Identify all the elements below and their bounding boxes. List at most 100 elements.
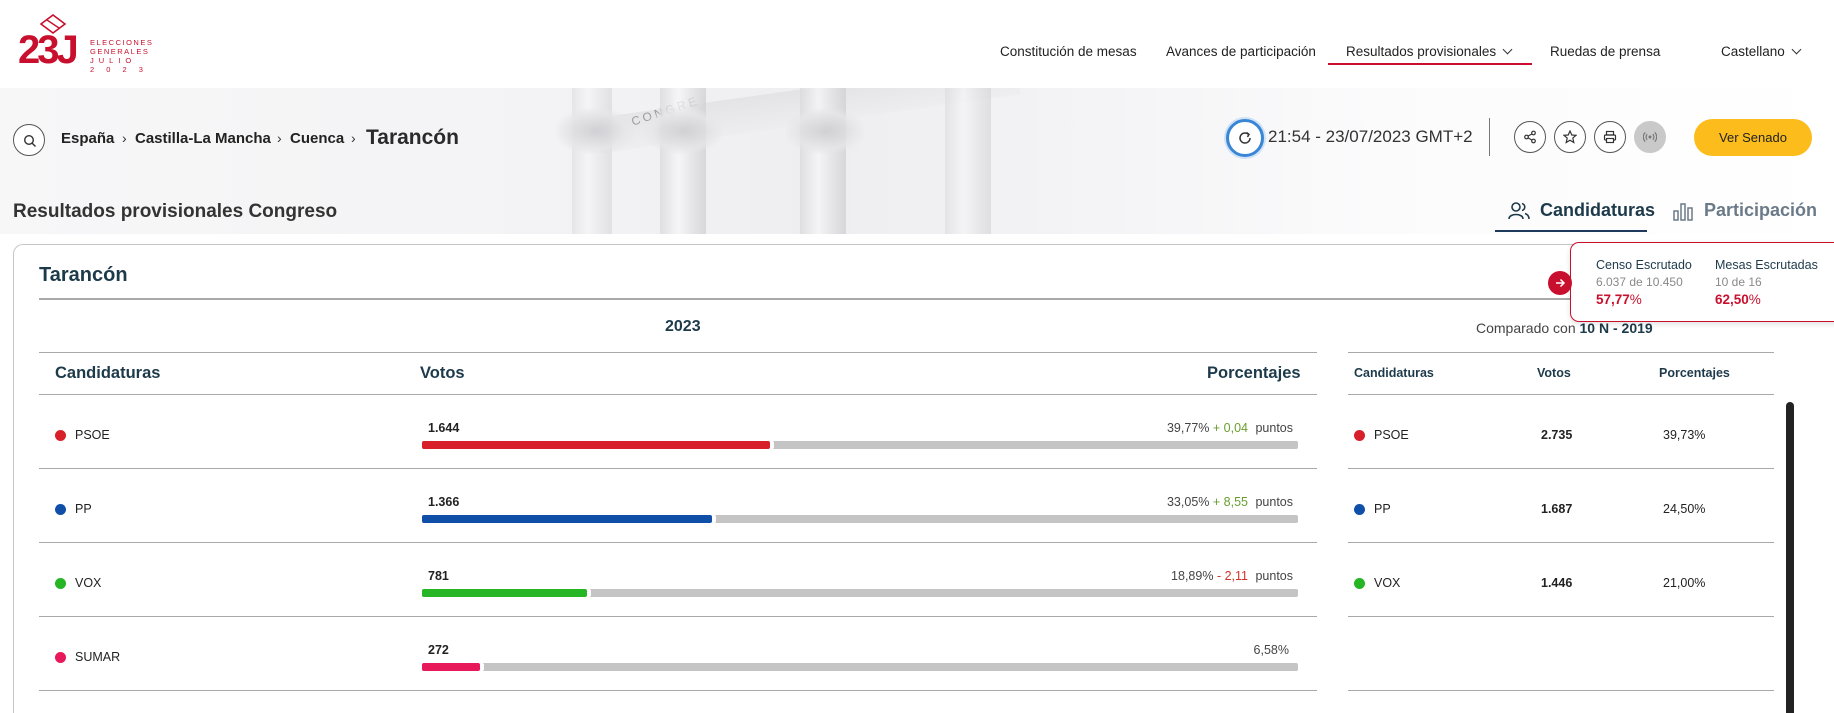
prev-party-name: VOX — [1374, 576, 1401, 590]
party-percentage-line: 39,77% + 0,04 puntos — [1167, 421, 1293, 435]
active-tab-underline — [1495, 230, 1647, 232]
breadcrumb-separator-icon: › — [277, 130, 282, 146]
page-title: Resultados provisionales Congreso — [13, 201, 338, 222]
search-button[interactable] — [13, 124, 45, 156]
arrow-right-icon — [1556, 278, 1566, 288]
party-diff-unit: puntos — [1255, 569, 1293, 583]
comparison-election[interactable]: 10 N - 2019 — [1580, 320, 1653, 336]
search-icon — [23, 134, 36, 147]
nav-ruedas-prensa[interactable]: Ruedas de prensa — [1550, 44, 1660, 59]
party-color-dot — [55, 652, 66, 663]
chevron-down-icon — [1791, 44, 1802, 55]
nav-constitucion-mesas[interactable]: Constitución de mesas — [1000, 44, 1137, 59]
print-button[interactable] — [1594, 121, 1626, 153]
nav-resultados-provisionales[interactable]: Resultados provisionales — [1346, 44, 1513, 59]
breadcrumb-cuenca[interactable]: Cuenca — [290, 130, 344, 147]
header-votos: Votos — [420, 364, 465, 382]
bar-chart-icon — [1673, 203, 1693, 221]
share-icon — [1524, 130, 1536, 144]
vote-bar-track — [422, 663, 1298, 671]
party-votes: 1.644 — [428, 421, 460, 435]
header-porcentajes: Porcentajes — [1207, 364, 1301, 382]
divider — [39, 394, 1317, 396]
tab-candidaturas-label: Candidaturas — [1540, 200, 1656, 220]
top-navigation: 23J ELECCIONES GENERALES JULIO 2 0 2 3 C… — [0, 0, 1834, 88]
party-percentage: 39,77% — [1166, 421, 1210, 435]
divider — [39, 542, 1317, 544]
divider — [1348, 616, 1774, 618]
party-diff-unit: puntos — [1255, 421, 1293, 435]
update-timestamp: 21:54 - 23/07/2023 GMT+2 — [1268, 127, 1473, 146]
nav-resultados-label: Resultados provisionales — [1346, 44, 1497, 59]
party-color-dot — [55, 578, 66, 589]
divider — [1348, 394, 1774, 396]
mesas-detail: 10 de 16 — [1715, 275, 1762, 289]
party-color-dot — [55, 504, 66, 515]
party-color-dot — [55, 430, 66, 441]
chevron-down-icon — [1502, 44, 1513, 55]
party-name: PP — [75, 502, 92, 516]
refresh-icon — [1239, 131, 1251, 144]
party-diff: + 8,55 — [1212, 495, 1248, 509]
share-button[interactable] — [1514, 121, 1546, 153]
breadcrumb-castilla-la-mancha[interactable]: Castilla-La Mancha — [135, 130, 271, 147]
elections-logo[interactable]: 23J ELECCIONES GENERALES JULIO 2 0 2 3 — [18, 14, 158, 80]
favorite-button[interactable] — [1554, 121, 1586, 153]
party-name: SUMAR — [75, 650, 121, 664]
card-title: Tarancón — [39, 264, 128, 286]
results-card — [13, 244, 1834, 713]
year-label: 2023 — [665, 318, 701, 335]
party-percentage: 6,58% — [1253, 643, 1289, 657]
prev-party-percentage: 24,50% — [1663, 502, 1706, 516]
language-label: Castellano — [1721, 44, 1785, 59]
party-votes: 272 — [428, 643, 449, 657]
party-votes: 781 — [428, 569, 449, 583]
star-icon — [1563, 130, 1577, 144]
party-diff: - 2,11 — [1216, 569, 1248, 583]
logo-caption: ELECCIONES GENERALES JULIO 2 0 2 3 — [90, 38, 154, 74]
party-color-dot — [1354, 430, 1365, 441]
prev-party-name: PP — [1374, 502, 1391, 516]
breadcrumb-current: Tarancón — [366, 126, 459, 149]
vote-bar-fill — [422, 441, 770, 449]
divider — [1489, 118, 1490, 156]
nav-avances-participacion[interactable]: Avances de participación — [1166, 44, 1316, 59]
party-color-dot — [1354, 504, 1365, 515]
divider — [39, 690, 1317, 692]
column-capital — [644, 108, 722, 154]
censo-percentage: 57,77% — [1596, 292, 1642, 307]
prev-party-votes: 2.735 — [1541, 428, 1573, 442]
prev-party-name: PSOE — [1374, 428, 1409, 442]
prev-party-percentage: 21,00% — [1663, 576, 1706, 590]
prev-party-percentage: 39,73% — [1663, 428, 1706, 442]
scrutiny-toggle[interactable] — [1548, 271, 1572, 295]
live-broadcast-button[interactable] — [1634, 121, 1666, 153]
vote-bar-fill — [422, 589, 587, 597]
divider — [39, 468, 1317, 470]
censo-title: Censo Escrutado — [1596, 258, 1692, 272]
column-capital — [786, 108, 864, 154]
mesas-percentage: 62,50% — [1715, 292, 1761, 307]
divider — [1348, 542, 1774, 544]
ver-senado-button[interactable]: Ver Senado — [1694, 119, 1812, 156]
header-candidaturas: Candidaturas — [55, 364, 161, 382]
breadcrumb-espana[interactable]: España — [61, 130, 114, 147]
divider — [1348, 352, 1774, 354]
language-selector[interactable]: Castellano — [1721, 44, 1802, 59]
vote-bar-fill — [422, 515, 712, 523]
comparison-label: Comparado con 10 N - 2019 — [1476, 320, 1653, 336]
prev-header-candidaturas: Candidaturas — [1354, 366, 1434, 380]
party-name: VOX — [75, 576, 102, 590]
party-percentage-line: 6,58% — [1254, 643, 1293, 657]
refresh-button[interactable] — [1226, 119, 1264, 157]
scrollbar[interactable] — [1786, 402, 1794, 713]
prev-header-votos: Votos — [1537, 366, 1571, 380]
party-color-dot — [1354, 578, 1365, 589]
breadcrumb-separator-icon: › — [351, 130, 356, 146]
mesas-title: Mesas Escrutadas — [1715, 258, 1818, 272]
tab-participacion-label: Participación — [1704, 200, 1818, 220]
censo-detail: 6.037 de 10.450 — [1596, 275, 1683, 289]
party-percentage: 33,05% — [1166, 495, 1210, 509]
party-votes: 1.366 — [428, 495, 460, 509]
broadcast-icon — [1643, 131, 1657, 143]
